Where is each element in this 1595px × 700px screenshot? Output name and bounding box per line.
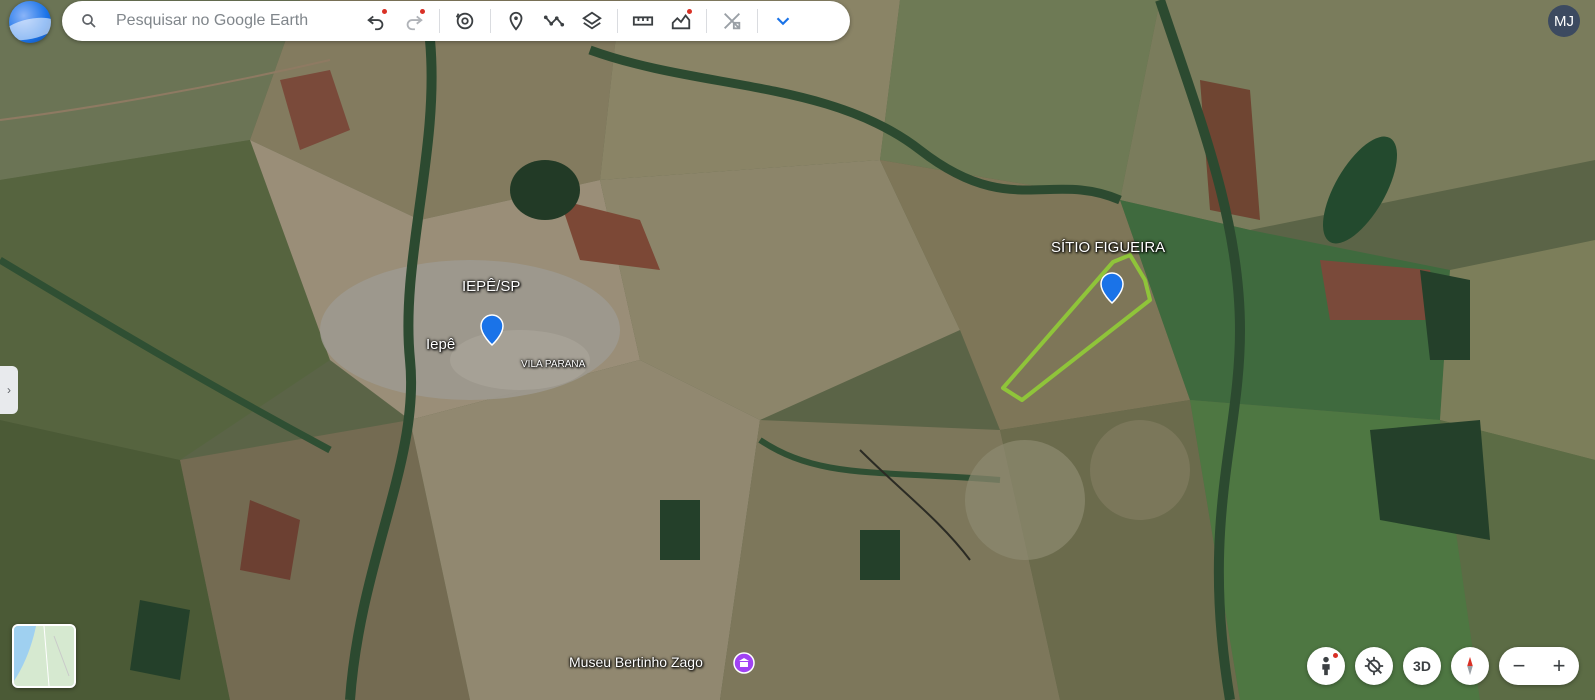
place-label-iepe[interactable]: Iepê: [426, 336, 455, 353]
zoom-out-button[interactable]: −: [1513, 653, 1526, 679]
tools-icon: [724, 13, 741, 30]
avatar[interactable]: MJ: [1548, 5, 1580, 37]
toolbar-divider: [617, 9, 618, 33]
place-label-iepe-sp[interactable]: IEPÊ/SP: [462, 278, 520, 295]
place-label-vila-parana[interactable]: VILA PARANA: [521, 359, 585, 370]
more-tools-button[interactable]: [764, 1, 802, 41]
search-icon[interactable]: [72, 12, 106, 30]
history-icon: [455, 12, 474, 30]
expand-panel-button[interactable]: ›: [0, 366, 18, 414]
place-label-sitio-figueira[interactable]: SÍTIO FIGUEIRA: [1051, 239, 1165, 256]
layers-icon: [582, 11, 602, 30]
satellite-map[interactable]: [0, 0, 1595, 700]
minimap[interactable]: [12, 624, 76, 688]
top-toolbar: [62, 1, 850, 41]
location-off-icon: [1364, 656, 1384, 676]
my-location-button[interactable]: [1355, 647, 1393, 685]
toolbar-divider: [706, 9, 707, 33]
add-placemark-button[interactable]: [497, 1, 535, 41]
undo-button[interactable]: [357, 1, 395, 41]
placemark-icon: [509, 11, 523, 31]
chevron-right-icon: ›: [7, 383, 11, 397]
notification-dot: [1333, 653, 1338, 658]
zoom-controls: − +: [1499, 647, 1579, 685]
layers-button[interactable]: [573, 1, 611, 41]
add-path-button[interactable]: [535, 1, 573, 41]
place-label-museu[interactable]: Museu Bertinho Zago: [569, 654, 703, 670]
elevation-button[interactable]: [662, 1, 700, 41]
history-button[interactable]: [446, 1, 484, 41]
toolbar-divider: [490, 9, 491, 33]
zoom-in-button[interactable]: +: [1553, 653, 1566, 679]
placemark-pin-sitio-figueira[interactable]: [1099, 272, 1125, 304]
chevron-down-icon: [776, 17, 790, 26]
toolbar-divider: [439, 9, 440, 33]
street-view-button[interactable]: [1307, 647, 1345, 685]
ruler-icon: [632, 16, 654, 26]
tools-button[interactable]: [713, 1, 751, 41]
measure-button[interactable]: [624, 1, 662, 41]
search-input[interactable]: [114, 11, 348, 31]
notification-dot: [382, 9, 387, 14]
search-box[interactable]: [62, 1, 357, 41]
pegman-icon: [1322, 656, 1330, 676]
redo-button[interactable]: [395, 1, 433, 41]
compass-button[interactable]: [1451, 647, 1489, 685]
toggle-3d-button[interactable]: 3D: [1403, 647, 1441, 685]
google-earth-logo[interactable]: [9, 1, 51, 43]
notification-dot: [687, 9, 692, 14]
placemark-pin-iepe[interactable]: [479, 314, 505, 346]
path-icon: [543, 15, 565, 27]
compass-icon: [1467, 656, 1473, 676]
toolbar-divider: [757, 9, 758, 33]
notification-dot: [420, 9, 425, 14]
museum-icon[interactable]: [733, 652, 755, 674]
